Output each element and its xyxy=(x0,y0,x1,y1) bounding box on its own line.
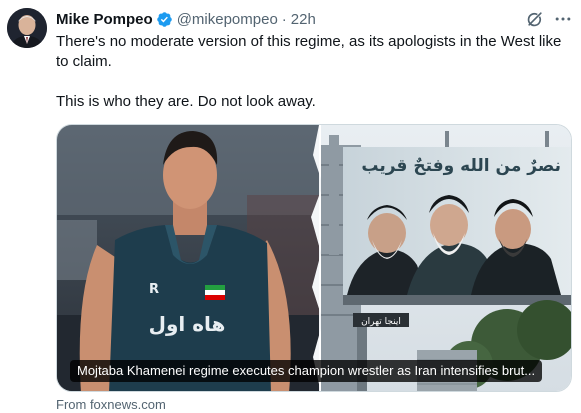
tweet-paragraph: This is who they are. Do not look away. xyxy=(56,93,316,110)
singlet-r-logo: R xyxy=(149,282,159,297)
more-options-icon[interactable] xyxy=(553,9,573,29)
tweet-paragraph: There's no moderate version of this regi… xyxy=(56,33,562,70)
avatar[interactable] xyxy=(7,8,47,48)
billboard-text: نصرٌ من الله وفتحٌ قريب xyxy=(361,156,561,176)
singlet-text: هاه اول xyxy=(149,312,226,336)
news-card[interactable]: R هاه اول نصرٌ من الله وفتحٌ قريب اینجا … xyxy=(56,124,572,392)
avatar-portrait-icon xyxy=(7,8,47,48)
display-name[interactable]: Mike Pompeo xyxy=(56,11,153,28)
separator-dot: · xyxy=(281,10,287,28)
timestamp[interactable]: 22h xyxy=(291,11,316,28)
verified-badge-icon xyxy=(156,11,172,27)
tweet-header: Mike Pompeo @mikepompeo · 22h xyxy=(56,9,316,29)
card-source-link[interactable]: From foxnews.com xyxy=(56,397,166,412)
news-card-image: R هاه اول نصرٌ من الله وفتحٌ قريب اینجا … xyxy=(57,125,571,391)
grok-icon[interactable] xyxy=(525,9,545,29)
card-headline[interactable]: Mojtaba Khamenei regime executes champio… xyxy=(70,360,543,382)
tweet-text: There's no moderate version of this regi… xyxy=(56,32,576,112)
handle[interactable]: @mikepompeo xyxy=(177,11,278,28)
sign-text: اینجا تهران xyxy=(361,317,401,327)
tweet[interactable]: Mike Pompeo @mikepompeo · 22h There's no… xyxy=(0,0,581,413)
